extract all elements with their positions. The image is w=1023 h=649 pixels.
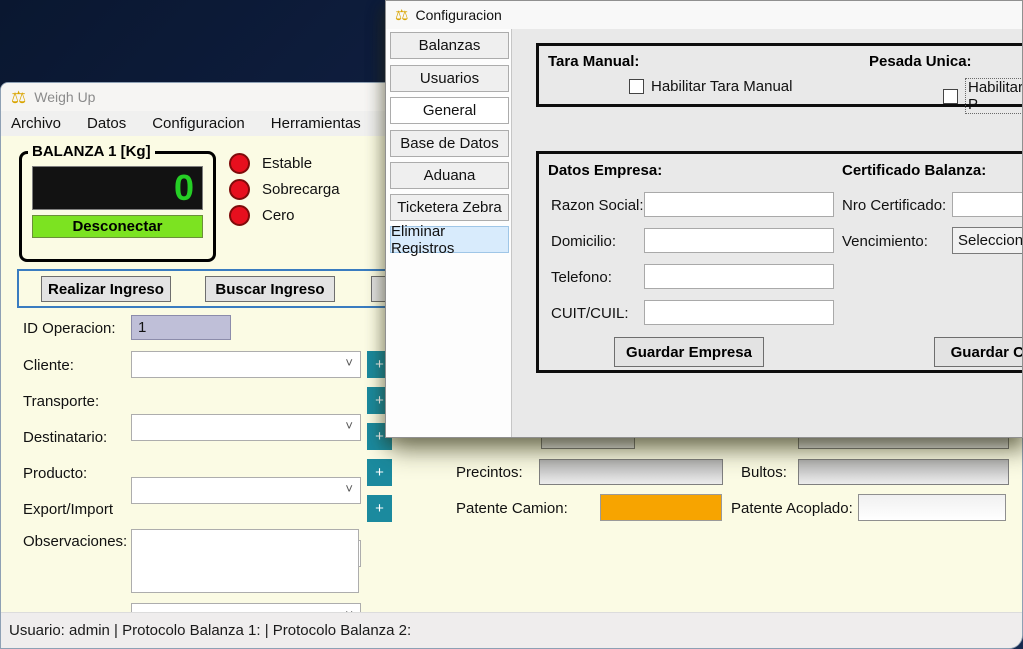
transporte-label: Transporte: xyxy=(23,393,99,410)
vencimiento-label: Vencimiento: xyxy=(842,233,928,250)
telefono-input[interactable] xyxy=(644,264,834,289)
empresa-certificado-groupbox: Datos Empresa: Razon Social: Domicilio: … xyxy=(536,151,1023,373)
indicator-cero: Cero xyxy=(229,205,295,226)
tab-balanzas[interactable]: Balanzas xyxy=(390,32,509,59)
weight-value: 0 xyxy=(174,170,194,206)
estable-led-icon xyxy=(229,153,250,174)
bultos-field[interactable] xyxy=(798,459,1009,485)
tab-usuarios[interactable]: Usuarios xyxy=(390,65,509,92)
indicator-estable: Estable xyxy=(229,153,312,174)
dialog-titlebar[interactable]: ⚖ Configuracion xyxy=(386,1,1022,29)
patente-camion-label: Patente Camion: xyxy=(456,500,568,517)
tab-ticketera-zebra[interactable]: Ticketera Zebra xyxy=(390,194,509,221)
cuit-cuil-input[interactable] xyxy=(644,300,834,325)
observaciones-textarea[interactable] xyxy=(131,529,359,593)
datos-empresa-heading: Datos Empresa: xyxy=(548,162,662,179)
scales-icon: ⚖ xyxy=(395,8,408,23)
vencimiento-combobox[interactable]: Seleccione xyxy=(952,227,1023,254)
id-operacion-label: ID Operacion: xyxy=(23,320,116,337)
desktop: ⚖ Weigh Up Archivo Datos Configuracion H… xyxy=(0,0,1023,649)
tara-manual-checkbox[interactable] xyxy=(629,79,644,94)
domicilio-input[interactable] xyxy=(644,228,834,253)
nro-certificado-input[interactable] xyxy=(952,192,1023,217)
status-bar: Usuario: admin | Protocolo Balanza 1: | … xyxy=(1,612,1022,648)
configuracion-dialog: ⚖ Configuracion Balanzas Usuarios Genera… xyxy=(385,0,1023,438)
transporte-combobox[interactable] xyxy=(131,414,361,441)
menu-archivo[interactable]: Archivo xyxy=(11,115,61,132)
patente-camion-field[interactable] xyxy=(600,494,722,521)
add-producto-button[interactable]: + xyxy=(367,459,392,486)
cuit-cuil-label: CUIT/CUIL: xyxy=(551,305,629,322)
tab-general[interactable]: General xyxy=(390,97,509,124)
razon-social-label: Razon Social: xyxy=(551,197,644,214)
razon-social-input[interactable] xyxy=(644,192,834,217)
destinatario-label: Destinatario: xyxy=(23,429,107,446)
pesada-unica-checkbox-label: Habilitar P xyxy=(965,78,1023,114)
cero-led-icon xyxy=(229,205,250,226)
balanza-group-title: BALANZA 1 [Kg] xyxy=(28,143,155,160)
add-export-import-button[interactable]: + xyxy=(367,495,392,522)
chevron-down-icon xyxy=(345,418,353,433)
menu-datos[interactable]: Datos xyxy=(87,115,126,132)
menu-configuracion[interactable]: Configuracion xyxy=(152,115,245,132)
export-import-label: Export/Import xyxy=(23,501,113,518)
buscar-ingreso-button[interactable]: Buscar Ingreso xyxy=(205,276,335,302)
certificado-balanza-heading: Certificado Balanza: xyxy=(842,162,986,179)
scales-icon: ⚖ xyxy=(11,89,26,106)
cliente-combobox[interactable] xyxy=(131,351,361,378)
chevron-down-icon xyxy=(345,355,353,370)
destinatario-combobox[interactable] xyxy=(131,477,361,504)
disconnect-button[interactable]: Desconectar xyxy=(32,215,203,238)
telefono-label: Telefono: xyxy=(551,269,612,286)
patente-acoplado-label: Patente Acoplado: xyxy=(731,500,853,517)
patente-acoplado-field[interactable] xyxy=(858,494,1006,521)
precintos-label: Precintos: xyxy=(456,464,523,481)
nro-certificado-label: Nro Certificado: xyxy=(842,197,946,214)
tara-manual-heading: Tara Manual: xyxy=(548,53,639,70)
sobrecarga-led-icon xyxy=(229,179,250,200)
menu-herramientas[interactable]: Herramientas xyxy=(271,115,361,132)
chevron-down-icon xyxy=(345,481,353,496)
status-text: Usuario: admin | Protocolo Balanza 1: | … xyxy=(9,622,411,639)
pesada-unica-heading: Pesada Unica: xyxy=(869,53,972,70)
id-operacion-field: 1 xyxy=(131,315,231,340)
domicilio-label: Domicilio: xyxy=(551,233,616,250)
dialog-title: Configuracion xyxy=(415,7,501,23)
tab-eliminar-registros[interactable]: Eliminar Registros xyxy=(390,226,509,253)
producto-label: Producto: xyxy=(23,465,87,482)
tara-pesada-groupbox: Tara Manual: Habilitar Tara Manual Pesad… xyxy=(536,43,1023,107)
cliente-label: Cliente: xyxy=(23,357,74,374)
window-title: Weigh Up xyxy=(34,89,95,105)
weight-display: 0 xyxy=(32,166,203,210)
observaciones-label: Observaciones: xyxy=(23,533,127,550)
tab-base-de-datos[interactable]: Base de Datos xyxy=(390,130,509,157)
tara-manual-checkbox-label: Habilitar Tara Manual xyxy=(651,78,792,95)
indicator-sobrecarga: Sobrecarga xyxy=(229,179,340,200)
tab-aduana[interactable]: Aduana xyxy=(390,162,509,189)
precintos-field[interactable] xyxy=(539,459,723,485)
guardar-certificado-button[interactable]: Guardar Certi xyxy=(934,337,1023,367)
guardar-empresa-button[interactable]: Guardar Empresa xyxy=(614,337,764,367)
realizar-ingreso-button[interactable]: Realizar Ingreso xyxy=(41,276,171,302)
balanza-groupbox: BALANZA 1 [Kg] 0 Desconectar xyxy=(19,151,216,262)
pesada-unica-checkbox[interactable] xyxy=(943,89,958,104)
bultos-label: Bultos: xyxy=(741,464,787,481)
